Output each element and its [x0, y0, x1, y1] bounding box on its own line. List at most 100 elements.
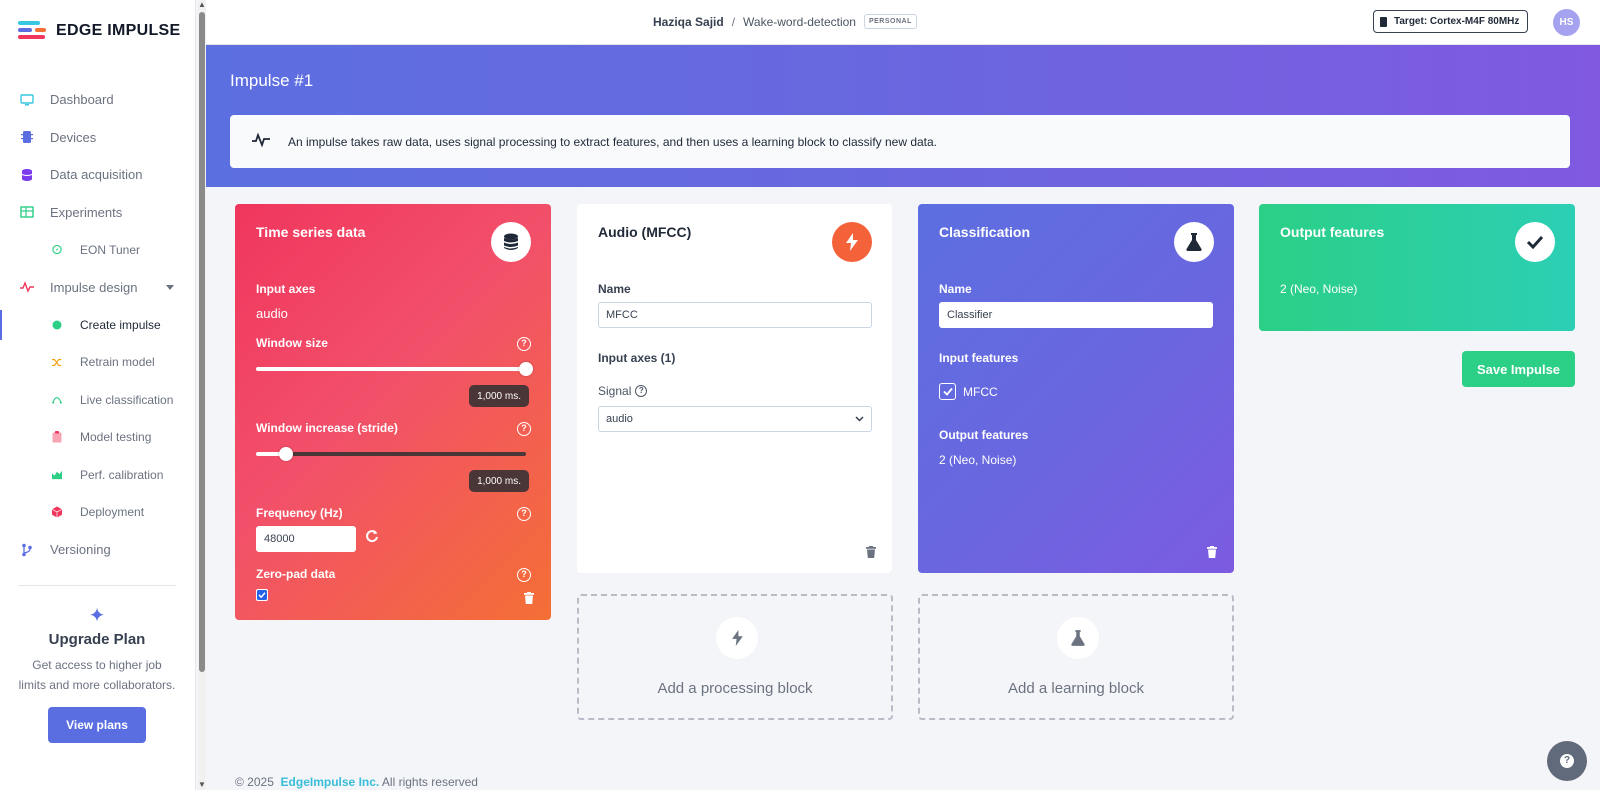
breadcrumb-user[interactable]: Haziqa Sajid — [653, 15, 724, 29]
trash-icon[interactable] — [866, 545, 876, 558]
sidebar-item-label: EON Tuner — [80, 242, 141, 257]
sidebar-nav: Dashboard Devices Data acquisition Exper… — [0, 81, 196, 569]
sidebar-item-data-acquisition[interactable]: Data acquisition — [0, 156, 196, 194]
classification-card: Classification Name Classifier Input fea… — [918, 204, 1234, 573]
mfcc-card: Audio (MFCC) Name MFCC Input axes (1) Si… — [577, 204, 892, 573]
page-title: Impulse #1 — [230, 71, 314, 90]
trash-icon[interactable] — [1207, 545, 1217, 558]
sidebar-item-experiments[interactable]: Experiments — [0, 194, 196, 232]
sidebar-item-create-impulse[interactable]: Create impulse — [0, 306, 196, 344]
sidebar-scrollbar[interactable]: ▲ ▼ — [198, 0, 206, 790]
breadcrumb-project[interactable]: Wake-word-detection — [743, 15, 856, 29]
scroll-down-icon[interactable]: ▼ — [198, 780, 206, 790]
sidebar-item-impulse-design[interactable]: Impulse design — [0, 269, 196, 307]
sidebar-item-label: Perf. calibration — [80, 467, 164, 482]
footer-year: © 2025 — [235, 775, 274, 789]
breadcrumb: Haziqa Sajid / Wake-word-detection PERSO… — [653, 14, 917, 29]
check-icon — [1515, 222, 1555, 262]
shuffle-icon — [52, 357, 62, 367]
input-axes-label: Input axes — [256, 282, 316, 296]
top-bar: Haziqa Sajid / Wake-word-detection PERSO… — [206, 0, 1600, 45]
footer-rights: All rights reserved — [381, 775, 478, 789]
input-feature-row: MFCC — [939, 383, 998, 400]
database-icon — [20, 168, 34, 182]
sidebar-item-eon-tuner[interactable]: EON Tuner — [0, 231, 196, 269]
help-icon[interactable]: ? — [517, 337, 531, 351]
sidebar-item-dashboard[interactable]: Dashboard — [0, 81, 196, 119]
chevron-down-icon — [855, 413, 864, 425]
upgrade-panel: ✦ Upgrade Plan Get access to higher job … — [18, 605, 176, 743]
stride-slider[interactable] — [256, 447, 526, 461]
add-learning-label: Add a learning block — [1008, 680, 1144, 697]
window-size-slider[interactable] — [256, 362, 533, 376]
scroll-up-icon[interactable]: ▲ — [198, 0, 206, 10]
chevron-down-icon[interactable] — [166, 284, 174, 290]
sidebar-item-label: Retrain model — [80, 355, 155, 370]
name-label: Name — [939, 282, 972, 296]
input-axes-label: Input axes (1) — [598, 351, 676, 365]
output-features-value: 2 (Neo, Noise) — [1280, 282, 1358, 296]
frequency-input[interactable]: 48000 — [256, 526, 356, 552]
zeropad-label: Zero-pad data — [256, 567, 336, 581]
stride-slider-handle[interactable] — [279, 447, 293, 461]
monitor-icon — [20, 93, 34, 107]
help-icon[interactable]: ? — [517, 422, 531, 436]
help-icon[interactable]: ? — [517, 568, 531, 582]
zeropad-checkbox[interactable] — [256, 589, 268, 601]
mfcc-feature-checkbox[interactable] — [939, 383, 956, 400]
target-device-button[interactable]: Target: Cortex-M4F 80MHz — [1373, 10, 1529, 33]
sidebar-item-label: Data acquisition — [50, 167, 143, 183]
sparkle-icon: ✦ — [88, 605, 106, 627]
output-features-value: 2 (Neo, Noise) — [939, 453, 1017, 467]
stride-label: Window increase (stride) — [256, 421, 398, 435]
sidebar-item-label: Impulse design — [50, 279, 138, 295]
table-icon — [20, 205, 34, 219]
avatar[interactable]: HS — [1553, 9, 1580, 36]
add-processing-block[interactable]: Add a processing block — [577, 594, 893, 720]
chip-icon — [20, 130, 34, 144]
mfcc-name-input[interactable]: MFCC — [598, 302, 872, 328]
sidebar-item-deployment[interactable]: Deployment — [0, 494, 196, 532]
logo[interactable]: EDGE IMPULSE — [18, 19, 181, 43]
sidebar-item-label: Versioning — [50, 542, 111, 558]
help-button[interactable]: ? — [1547, 741, 1587, 781]
personal-badge: PERSONAL — [863, 14, 917, 29]
save-impulse-button[interactable]: Save Impulse — [1462, 351, 1575, 387]
signal-label-row: Signal ? — [598, 384, 648, 398]
signal-label: Signal — [598, 384, 632, 398]
help-icon[interactable]: ? — [635, 385, 648, 397]
area-chart-icon — [52, 470, 62, 480]
sidebar-item-perf-calibration[interactable]: Perf. calibration — [0, 456, 196, 494]
sidebar-item-live-classification[interactable]: Live classification — [0, 381, 196, 419]
brand-name: EDGE IMPULSE — [56, 22, 181, 39]
frequency-label: Frequency (Hz) — [256, 506, 343, 520]
sidebar-item-model-testing[interactable]: Model testing — [0, 419, 196, 457]
window-size-label: Window size — [256, 336, 328, 350]
sidebar-item-versioning[interactable]: Versioning — [0, 531, 196, 569]
database-icon — [491, 222, 531, 262]
sidebar-item-devices[interactable]: Devices — [0, 119, 196, 157]
input-feature-label: MFCC — [963, 384, 998, 399]
view-plans-button[interactable]: View plans — [48, 707, 146, 743]
help-icon[interactable]: ? — [517, 507, 531, 521]
footer-company-link[interactable]: EdgeImpulse Inc. — [281, 775, 380, 789]
add-learning-block[interactable]: Add a learning block — [918, 594, 1234, 720]
sidebar-item-retrain-model[interactable]: Retrain model — [0, 344, 196, 382]
scrollbar-thumb[interactable] — [199, 12, 205, 672]
flask-icon — [1057, 617, 1099, 659]
compass-icon — [52, 245, 62, 255]
window-size-slider-handle[interactable] — [519, 362, 533, 376]
pulse-icon — [252, 132, 270, 150]
refresh-icon[interactable] — [365, 529, 379, 548]
hero-banner: Impulse #1 An impulse takes raw data, us… — [206, 45, 1600, 187]
trash-icon[interactable] — [524, 591, 534, 604]
classifier-name-input[interactable]: Classifier — [939, 302, 1213, 328]
input-axes-value: audio — [256, 306, 288, 321]
edge-impulse-logo-icon — [18, 19, 48, 43]
sidebar-item-label: Experiments — [50, 204, 123, 220]
lightning-icon — [716, 617, 758, 659]
signal-select[interactable]: audio — [598, 406, 872, 432]
info-text: An impulse takes raw data, uses signal p… — [288, 134, 938, 149]
output-features-label: Output features — [939, 428, 1029, 442]
card-title: Classification — [939, 224, 1031, 240]
